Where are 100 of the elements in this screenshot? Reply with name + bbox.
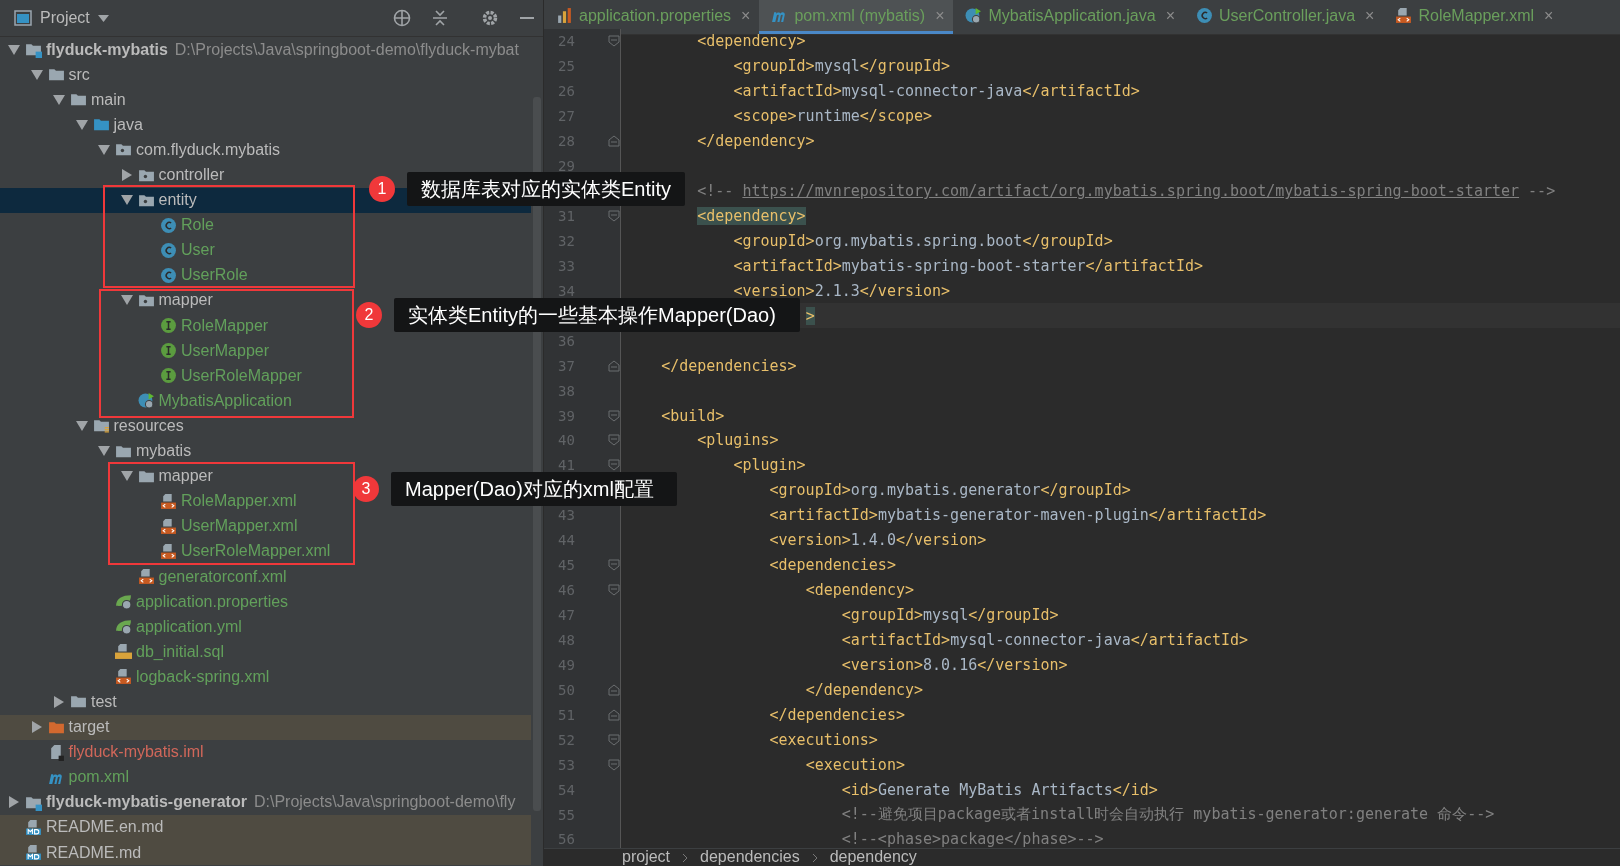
tree-item[interactable]: pom.xml xyxy=(68,768,129,787)
tree-item[interactable]: RoleMapper.xml xyxy=(181,492,297,511)
expand-arrow-icon[interactable] xyxy=(120,194,133,207)
code-line: <groupId>mysql</groupId> xyxy=(732,57,951,76)
code-line: <execution> xyxy=(804,755,905,774)
interface-icon xyxy=(160,317,177,335)
locate-icon[interactable] xyxy=(393,9,411,27)
tree-item[interactable]: flyduck-mybatis-generator xyxy=(46,793,247,812)
code-line: <build> xyxy=(660,406,725,425)
tree-item[interactable]: mapper xyxy=(158,291,213,310)
module-path: D:\Projects\Java\springboot-demo\flyduck-mybat xyxy=(174,40,519,59)
expand-arrow-icon[interactable] xyxy=(98,143,110,156)
collapse-arrow-icon[interactable] xyxy=(8,796,20,809)
code-line: <plugin> xyxy=(732,456,806,475)
close-icon[interactable]: × xyxy=(1365,6,1375,25)
url-link[interactable]: https://mvnrepository.com/artifact/org.mybatis.spring.boot/mybatis-spring-boot-starter xyxy=(742,182,1520,201)
tree-item[interactable]: UserMapper xyxy=(181,341,270,360)
tree-item[interactable]: controller xyxy=(158,166,225,184)
tree-item[interactable]: mybatis xyxy=(136,442,192,461)
tree-item[interactable]: UserMapper.xml xyxy=(181,517,298,536)
folder-icon xyxy=(92,417,110,435)
fold-marker-icon[interactable] xyxy=(608,733,620,746)
tree-item[interactable]: UserRoleMapper.xml xyxy=(181,542,331,561)
bar-chart-icon xyxy=(556,7,573,24)
tree-item[interactable]: README.en.md xyxy=(46,818,164,837)
editor-tab[interactable]: UserController.java × xyxy=(1184,0,1384,34)
settings-icon[interactable] xyxy=(481,9,499,27)
xml-file-icon xyxy=(115,668,132,686)
editor-tab[interactable]: pom.xml (mybatis) × xyxy=(759,0,954,34)
fold-marker-icon[interactable] xyxy=(608,459,620,472)
tree-item[interactable]: src xyxy=(68,65,90,84)
chevron-icon xyxy=(811,853,818,863)
tree-item[interactable]: User xyxy=(181,241,215,260)
class-icon xyxy=(160,241,177,259)
tree-item[interactable]: com.flyduck.mybatis xyxy=(136,140,281,159)
tree-item[interactable]: logback-spring.xml xyxy=(136,667,270,686)
fold-marker-icon[interactable] xyxy=(608,409,620,422)
expand-arrow-icon[interactable] xyxy=(120,470,133,483)
close-icon[interactable]: × xyxy=(1165,6,1175,25)
expand-arrow-icon[interactable] xyxy=(8,43,20,56)
tree-item[interactable]: UserRole xyxy=(181,266,248,285)
fold-marker-icon[interactable] xyxy=(608,683,620,696)
code-line: <version>1.4.0</version> xyxy=(768,531,987,550)
fold-marker-icon[interactable] xyxy=(608,559,620,572)
collapse-all-icon[interactable] xyxy=(431,9,449,27)
editor-tab[interactable]: RoleMapper.xml × xyxy=(1383,0,1563,34)
code-line: <version>2.1.3</version> xyxy=(732,281,951,300)
tree-item[interactable]: application.properties xyxy=(136,592,289,611)
editor-tab[interactable]: application.properties × xyxy=(544,0,760,34)
editor-tab[interactable]: MybatisApplication.java × xyxy=(953,0,1184,34)
collapse-arrow-icon[interactable] xyxy=(120,169,133,181)
expand-arrow-icon[interactable] xyxy=(75,118,88,131)
tree-item[interactable]: generatorconf.xml xyxy=(158,567,287,586)
tree-item[interactable]: MybatisApplication xyxy=(158,391,292,410)
collapse-arrow-icon[interactable] xyxy=(30,721,43,734)
close-icon[interactable]: × xyxy=(935,6,945,25)
tree-item[interactable]: flyduck-mybatis xyxy=(46,40,168,59)
code-line: <scope>runtime</scope> xyxy=(732,107,933,126)
expand-arrow-icon[interactable] xyxy=(30,68,43,81)
expand-arrow-icon[interactable] xyxy=(120,294,133,307)
tree-item[interactable]: UserRoleMapper xyxy=(181,366,302,385)
tree-item[interactable]: main xyxy=(91,90,126,109)
tree-item[interactable]: entity xyxy=(158,191,197,210)
tree-item[interactable]: application.yml xyxy=(136,617,242,636)
tree-item[interactable]: README.md xyxy=(46,843,142,862)
tree-item[interactable]: mapper xyxy=(158,467,213,486)
fold-marker-icon[interactable] xyxy=(608,359,620,372)
fold-marker-icon[interactable] xyxy=(608,135,620,148)
fold-marker-icon[interactable] xyxy=(608,35,620,48)
tree-item[interactable]: resources xyxy=(113,416,184,435)
tree-item[interactable]: target xyxy=(68,718,110,737)
tree-item[interactable]: db_initial.sql xyxy=(136,642,225,661)
project-view-dropdown[interactable]: Project xyxy=(14,9,109,27)
tree-item[interactable]: java xyxy=(113,115,143,134)
code-line: </dependency> xyxy=(696,132,815,151)
breadcrumb[interactable]: dependencies xyxy=(700,849,800,865)
breadcrumb[interactable]: dependency xyxy=(829,849,917,865)
close-icon[interactable]: × xyxy=(1544,6,1554,25)
expand-arrow-icon[interactable] xyxy=(98,445,110,458)
collapse-arrow-icon[interactable] xyxy=(53,696,65,708)
code-line: </dependencies> xyxy=(768,705,905,724)
code-line: <version>8.0.16</version> xyxy=(840,655,1068,674)
interface-icon xyxy=(160,342,177,360)
window-icon xyxy=(14,10,32,26)
fold-marker-icon[interactable] xyxy=(608,584,620,597)
breadcrumb[interactable]: project xyxy=(622,849,671,865)
fold-marker-icon[interactable] xyxy=(608,210,620,223)
leaf-gear-icon xyxy=(115,593,132,611)
tree-item[interactable]: flyduck-mybatis.iml xyxy=(68,743,204,762)
chevron-icon xyxy=(682,853,689,863)
fold-marker-icon[interactable] xyxy=(608,758,620,771)
package-folder-icon xyxy=(137,292,155,309)
tree-item[interactable]: RoleMapper xyxy=(181,316,269,335)
expand-arrow-icon[interactable] xyxy=(75,419,88,432)
tree-item[interactable]: test xyxy=(91,693,117,711)
close-icon[interactable]: × xyxy=(741,6,751,25)
fold-marker-icon[interactable] xyxy=(608,708,620,721)
fold-marker-icon[interactable] xyxy=(608,434,620,447)
expand-arrow-icon[interactable] xyxy=(53,93,65,106)
tree-item[interactable]: Role xyxy=(181,216,214,235)
